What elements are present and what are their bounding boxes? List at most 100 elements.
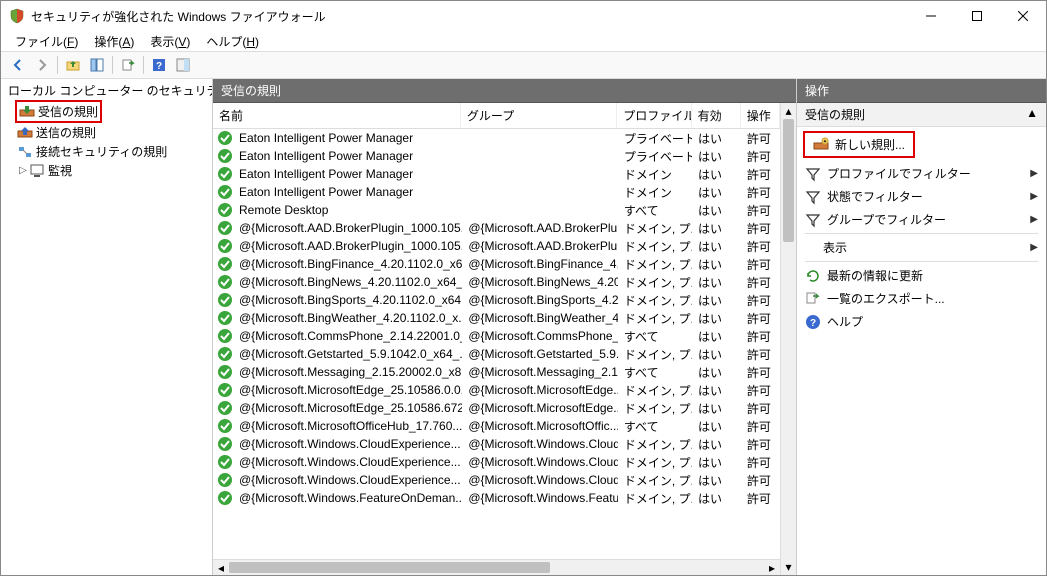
- export-icon: [805, 291, 821, 307]
- table-row[interactable]: @{Microsoft.MicrosoftEdge_25.10586.0.0..…: [213, 381, 780, 399]
- scroll-right-button[interactable]: ▸: [764, 560, 780, 576]
- action-filter-profile[interactable]: プロファイルでフィルター ▶: [797, 162, 1046, 185]
- back-button[interactable]: [7, 54, 29, 76]
- allow-check-icon: [217, 166, 233, 182]
- cell-enabled: はい: [692, 490, 741, 507]
- action-refresh[interactable]: 最新の情報に更新: [797, 264, 1046, 287]
- monitor-icon: [29, 163, 45, 179]
- table-row[interactable]: @{Microsoft.MicrosoftEdge_25.10586.672..…: [213, 399, 780, 417]
- cell-group: @{Microsoft.Messaging_2.1...: [462, 365, 618, 379]
- menu-view[interactable]: 表示(V): [142, 31, 198, 51]
- outbound-rules-icon: [17, 125, 33, 141]
- vertical-scrollbar[interactable]: ▴ ▾: [780, 103, 796, 575]
- separator: [57, 56, 58, 74]
- tree-root[interactable]: ローカル コンピューター のセキュリティ: [3, 81, 210, 100]
- action-pane-button[interactable]: [172, 54, 194, 76]
- column-enabled[interactable]: 有効: [692, 103, 741, 128]
- menu-action[interactable]: 操作(A): [86, 31, 142, 51]
- action-filter-state[interactable]: 状態でフィルター ▶: [797, 185, 1046, 208]
- menubar: ファイル(F) 操作(A) 表示(V) ヘルプ(H): [1, 31, 1046, 51]
- tree-inbound-rules[interactable]: 受信の規則: [17, 102, 100, 121]
- titlebar: セキュリティが強化された Windows ファイアウォール: [1, 1, 1046, 31]
- cell-profile: ドメイン, プ...: [618, 310, 692, 327]
- action-export[interactable]: 一覧のエクスポート...: [797, 287, 1046, 310]
- allow-check-icon: [217, 184, 233, 200]
- table-row[interactable]: @{Microsoft.Messaging_2.15.20002.0_x86..…: [213, 363, 780, 381]
- cell-profile: ドメイン: [618, 166, 692, 183]
- table-row[interactable]: @{Microsoft.BingFinance_4.20.1102.0_x6..…: [213, 255, 780, 273]
- cell-action: 許可: [741, 130, 780, 147]
- forward-button[interactable]: [31, 54, 53, 76]
- up-folder-button[interactable]: [62, 54, 84, 76]
- table-row[interactable]: Eaton Intelligent Power Managerプライベートはい許…: [213, 129, 780, 147]
- cell-profile: ドメイン, プ...: [618, 472, 692, 489]
- show-hide-tree-button[interactable]: [86, 54, 108, 76]
- cell-profile: プライベート: [618, 130, 692, 147]
- tree-monitor-label: 監視: [48, 162, 72, 179]
- scroll-left-button[interactable]: ◂: [213, 560, 229, 576]
- center-pane-header: 受信の規則: [213, 79, 796, 103]
- action-new-rule[interactable]: ✦ 新しい規則...: [805, 133, 913, 156]
- export-button[interactable]: [117, 54, 139, 76]
- table-row[interactable]: Eaton Intelligent Power Managerドメインはい許可: [213, 183, 780, 201]
- cell-profile: すべて: [618, 418, 692, 435]
- maximize-button[interactable]: [954, 1, 1000, 31]
- allow-check-icon: [217, 292, 233, 308]
- table-row[interactable]: Eaton Intelligent Power Managerプライベートはい許…: [213, 147, 780, 165]
- horizontal-scrollbar[interactable]: ◂ ▸: [213, 559, 780, 575]
- table-row[interactable]: @{Microsoft.AAD.BrokerPlugin_1000.105...…: [213, 237, 780, 255]
- allow-check-icon: [217, 346, 233, 362]
- cell-group: @{Microsoft.Getstarted_5.9...: [462, 347, 618, 361]
- cell-name: @{Microsoft.BingNews_4.20.1102.0_x64_...: [233, 275, 462, 289]
- table-row[interactable]: Remote Desktopすべてはい許可: [213, 201, 780, 219]
- table-row[interactable]: @{Microsoft.Windows.CloudExperience...@{…: [213, 435, 780, 453]
- close-button[interactable]: [1000, 1, 1046, 31]
- table-row[interactable]: @{Microsoft.BingWeather_4.20.1102.0_x...…: [213, 309, 780, 327]
- table-row[interactable]: @{Microsoft.Windows.CloudExperience...@{…: [213, 453, 780, 471]
- allow-check-icon: [217, 202, 233, 218]
- cell-name: Remote Desktop: [233, 203, 462, 217]
- allow-check-icon: [217, 454, 233, 470]
- cell-enabled: はい: [692, 346, 741, 363]
- new-rule-icon: ✦: [813, 137, 829, 153]
- table-row[interactable]: @{Microsoft.Windows.CloudExperience...@{…: [213, 471, 780, 489]
- scroll-down-button[interactable]: ▾: [781, 559, 796, 575]
- submenu-arrow-icon: ▶: [1030, 214, 1038, 225]
- table-row[interactable]: @{Microsoft.BingNews_4.20.1102.0_x64_...…: [213, 273, 780, 291]
- cell-name: @{Microsoft.BingSports_4.20.1102.0_x64..…: [233, 293, 462, 307]
- minimize-button[interactable]: [908, 1, 954, 31]
- table-row[interactable]: @{Microsoft.MicrosoftOfficeHub_17.760...…: [213, 417, 780, 435]
- menu-file[interactable]: ファイル(F): [7, 31, 86, 51]
- table-row[interactable]: @{Microsoft.AAD.BrokerPlugin_1000.105...…: [213, 219, 780, 237]
- allow-check-icon: [217, 490, 233, 506]
- content: ローカル コンピューター のセキュリティ 受信の規則 送信の規則: [1, 79, 1046, 575]
- allow-check-icon: [217, 328, 233, 344]
- help-button[interactable]: ?: [148, 54, 170, 76]
- menu-help[interactable]: ヘルプ(H): [198, 31, 267, 51]
- action-filter-group[interactable]: グループでフィルター ▶: [797, 208, 1046, 231]
- table-row[interactable]: Eaton Intelligent Power Managerドメインはい許可: [213, 165, 780, 183]
- tree-monitor[interactable]: ▷ 監視: [15, 161, 210, 180]
- scroll-up-button[interactable]: ▴: [781, 103, 796, 119]
- tree-connection-security[interactable]: 接続セキュリティの規則: [15, 142, 210, 161]
- table-row[interactable]: @{Microsoft.CommsPhone_2.14.22001.0_...@…: [213, 327, 780, 345]
- cell-action: 許可: [741, 382, 780, 399]
- column-group[interactable]: グループ: [461, 103, 617, 128]
- allow-check-icon: [217, 364, 233, 380]
- column-profile[interactable]: プロファイル: [617, 103, 691, 128]
- filter-icon: [805, 212, 821, 228]
- table-row[interactable]: @{Microsoft.Getstarted_5.9.1042.0_x64_..…: [213, 345, 780, 363]
- table-row[interactable]: @{Microsoft.BingSports_4.20.1102.0_x64..…: [213, 291, 780, 309]
- action-view[interactable]: 表示 ▶: [797, 236, 1046, 259]
- action-help[interactable]: ? ヘルプ: [797, 310, 1046, 333]
- collapse-icon[interactable]: ▲: [1026, 106, 1038, 123]
- tree: ローカル コンピューター のセキュリティ 受信の規則 送信の規則: [3, 81, 210, 180]
- tree-outbound-rules[interactable]: 送信の規則: [15, 123, 210, 142]
- expand-icon[interactable]: ▷: [17, 165, 29, 176]
- center-pane: 受信の規則 名前 グループ プロファイル 有効 操作 Eaton Intelli…: [213, 79, 796, 575]
- cell-enabled: はい: [692, 238, 741, 255]
- table-row[interactable]: @{Microsoft.Windows.FeatureOnDeman...@{M…: [213, 489, 780, 507]
- column-action[interactable]: 操作: [741, 103, 780, 128]
- column-name[interactable]: 名前: [213, 103, 461, 128]
- cell-profile: ドメイン, プ...: [618, 292, 692, 309]
